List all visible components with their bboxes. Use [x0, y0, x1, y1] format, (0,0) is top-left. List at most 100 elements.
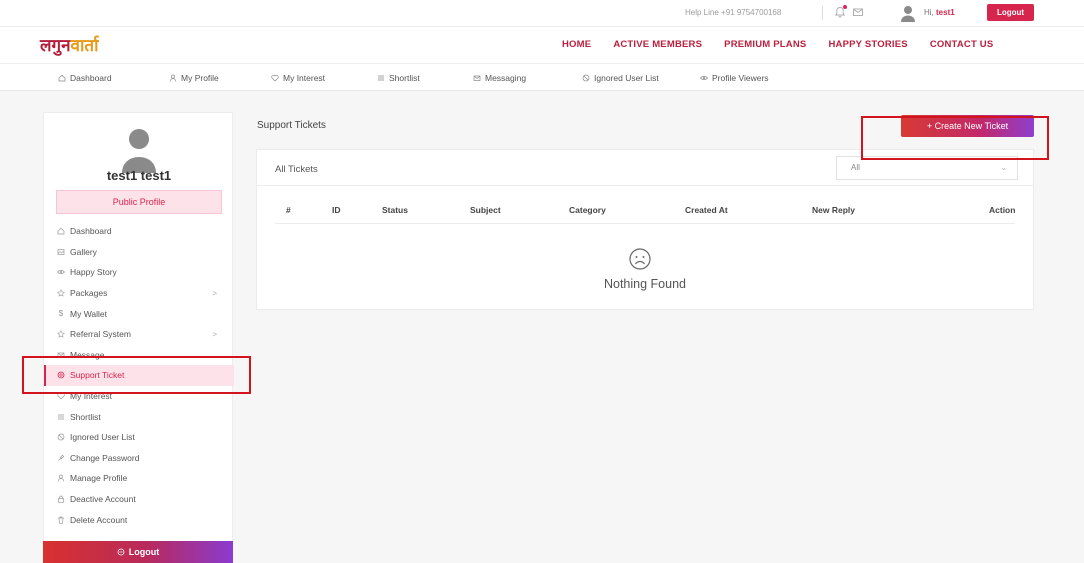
- nav-contact-us[interactable]: CONTACT US: [930, 39, 994, 50]
- ticket-filter-value: All: [851, 163, 860, 172]
- subnav-messaging[interactable]: Messaging: [473, 73, 526, 83]
- package-icon: [57, 289, 65, 297]
- sidebar-item-label: My Wallet: [70, 308, 107, 319]
- sidebar-item-label: Happy Story: [70, 267, 117, 278]
- subnav-label: My Interest: [283, 73, 326, 83]
- highlight-box-support-ticket: [22, 356, 251, 394]
- sidebar-item-happy-story[interactable]: Happy Story: [44, 262, 234, 283]
- tickets-card-title: All Tickets: [275, 164, 318, 175]
- column-header: New Reply: [812, 205, 855, 215]
- share-icon: [57, 330, 65, 338]
- dollar-icon: $: [58, 309, 64, 319]
- sidebar-item-delete-account[interactable]: Delete Account: [44, 509, 234, 530]
- logo-part-2: वार्ता: [70, 36, 99, 56]
- column-header: Action: [989, 205, 1016, 215]
- block-icon: [582, 74, 590, 82]
- sad-face-icon: [629, 248, 651, 270]
- divider: [822, 6, 823, 20]
- nav-home[interactable]: HOME: [562, 39, 591, 50]
- sidebar-logout-label: Logout: [128, 547, 160, 557]
- profile-avatar: [122, 129, 156, 173]
- column-header: #: [286, 205, 291, 215]
- subnav-dashboard[interactable]: Dashboard: [58, 73, 112, 83]
- chevron-right-icon: >: [212, 288, 217, 298]
- sidebar-item-referral-system[interactable]: Referral System >: [44, 324, 234, 345]
- sidebar-logout-button[interactable]: Logout: [43, 541, 233, 563]
- helpline-text: Help Line +91 9754700168: [685, 8, 782, 17]
- sidebar-item-deactive-account[interactable]: Deactive Account: [44, 489, 234, 510]
- subnav-label: Shortlist: [389, 73, 420, 83]
- tickets-card: All Tickets All ⌄ # ID Status Subject Ca…: [256, 149, 1034, 310]
- subnav-shortlist[interactable]: Shortlist: [377, 73, 420, 83]
- highlight-box-create-ticket: [861, 116, 1049, 160]
- column-header: Subject: [470, 205, 501, 215]
- user-icon: [169, 74, 177, 82]
- top-logout-button[interactable]: Logout: [987, 4, 1034, 21]
- notification-dot: [843, 5, 847, 9]
- key-icon: [58, 454, 65, 461]
- greeting-prefix: Hi,: [924, 8, 934, 17]
- greeting: Hi, test1: [924, 8, 955, 17]
- subnav-label: Dashboard: [70, 73, 112, 83]
- lock-icon: [58, 495, 64, 503]
- site-logo[interactable]: लगुनवार्ता: [40, 36, 99, 56]
- subnav-ignored-user-list[interactable]: Ignored User List: [582, 73, 659, 83]
- sidebar-item-ignored-user-list[interactable]: Ignored User List: [44, 427, 234, 448]
- column-header: Created At: [685, 205, 728, 215]
- sidebar-item-label: Change Password: [70, 452, 140, 463]
- profile-sidebar: test1 test1 Public Profile Dashboard Gal…: [43, 112, 234, 563]
- sidebar-item-label: Deactive Account: [70, 494, 136, 505]
- sidebar-item-gallery[interactable]: Gallery: [44, 242, 234, 263]
- chevron-right-icon: >: [212, 329, 217, 339]
- main-menu: HOME ACTIVE MEMBERS PREMIUM PLANS HAPPY …: [562, 39, 1015, 50]
- profile-name: test1 test1: [106, 168, 172, 183]
- home-icon: [57, 228, 65, 235]
- sidebar-item-label: Delete Account: [70, 514, 128, 525]
- subnav-label: Ignored User List: [594, 73, 659, 83]
- nav-premium-plans[interactable]: PREMIUM PLANS: [724, 39, 806, 50]
- sidebar-item-label: Gallery: [70, 246, 97, 257]
- sidebar-item-label: Referral System: [70, 329, 131, 340]
- sidebar-item-label: Dashboard: [70, 226, 112, 237]
- sidebar-item-change-password[interactable]: Change Password: [44, 448, 234, 469]
- main-navigation: लगुनवार्ता HOME ACTIVE MEMBERS PREMIUM P…: [0, 27, 1084, 64]
- empty-state-text: Nothing Found: [603, 277, 686, 291]
- user-icon: [57, 475, 65, 482]
- nav-happy-stories[interactable]: HAPPY STORIES: [828, 39, 907, 50]
- sidebar-item-dashboard[interactable]: Dashboard: [44, 221, 234, 242]
- sidebar-item-shortlist[interactable]: Shortlist: [44, 406, 234, 427]
- sidebar-item-label: Ignored User List: [70, 432, 135, 443]
- sidebar-item-manage-profile[interactable]: Manage Profile: [44, 468, 234, 489]
- sidebar-item-packages[interactable]: Packages >: [44, 283, 234, 304]
- sidebar-item-label: Shortlist: [70, 411, 101, 422]
- sub-navigation: Dashboard My Profile My Interest Shortli…: [0, 64, 1084, 91]
- tickets-table-header: # ID Status Subject Category Created At …: [275, 198, 1015, 224]
- block-icon: [57, 433, 65, 441]
- subnav-profile-viewers[interactable]: Profile Viewers: [700, 73, 769, 83]
- page-title: Support Tickets: [257, 120, 326, 131]
- list-icon: [58, 414, 64, 419]
- sidebar-item-my-wallet[interactable]: $ My Wallet: [44, 303, 234, 324]
- eye-icon: [57, 270, 65, 275]
- public-profile-button[interactable]: Public Profile: [56, 190, 222, 214]
- sidebar-item-label: Manage Profile: [70, 473, 128, 484]
- subnav-my-interest[interactable]: My Interest: [271, 73, 325, 83]
- eye-icon: [700, 76, 708, 80]
- greeting-user: test1: [936, 8, 955, 17]
- nav-active-members[interactable]: ACTIVE MEMBERS: [613, 39, 702, 50]
- column-header: ID: [332, 205, 341, 215]
- subnav-label: My Profile: [181, 73, 219, 83]
- mail-icon: [473, 75, 481, 81]
- logo-part-1: लगुन: [40, 36, 71, 56]
- user-avatar-icon[interactable]: [900, 4, 916, 22]
- mail-icon[interactable]: [852, 6, 864, 18]
- list-icon: [378, 75, 384, 81]
- trash-icon: [58, 516, 64, 524]
- top-help-bar: Help Line +91 9754700168 Hi, test1 Logou…: [0, 0, 1084, 27]
- home-icon: [58, 74, 66, 82]
- subnav-my-profile[interactable]: My Profile: [169, 73, 219, 83]
- logout-icon: [117, 548, 125, 556]
- image-icon: [57, 249, 65, 255]
- subnav-label: Profile Viewers: [712, 73, 769, 83]
- chevron-down-icon: ⌄: [1000, 163, 1007, 172]
